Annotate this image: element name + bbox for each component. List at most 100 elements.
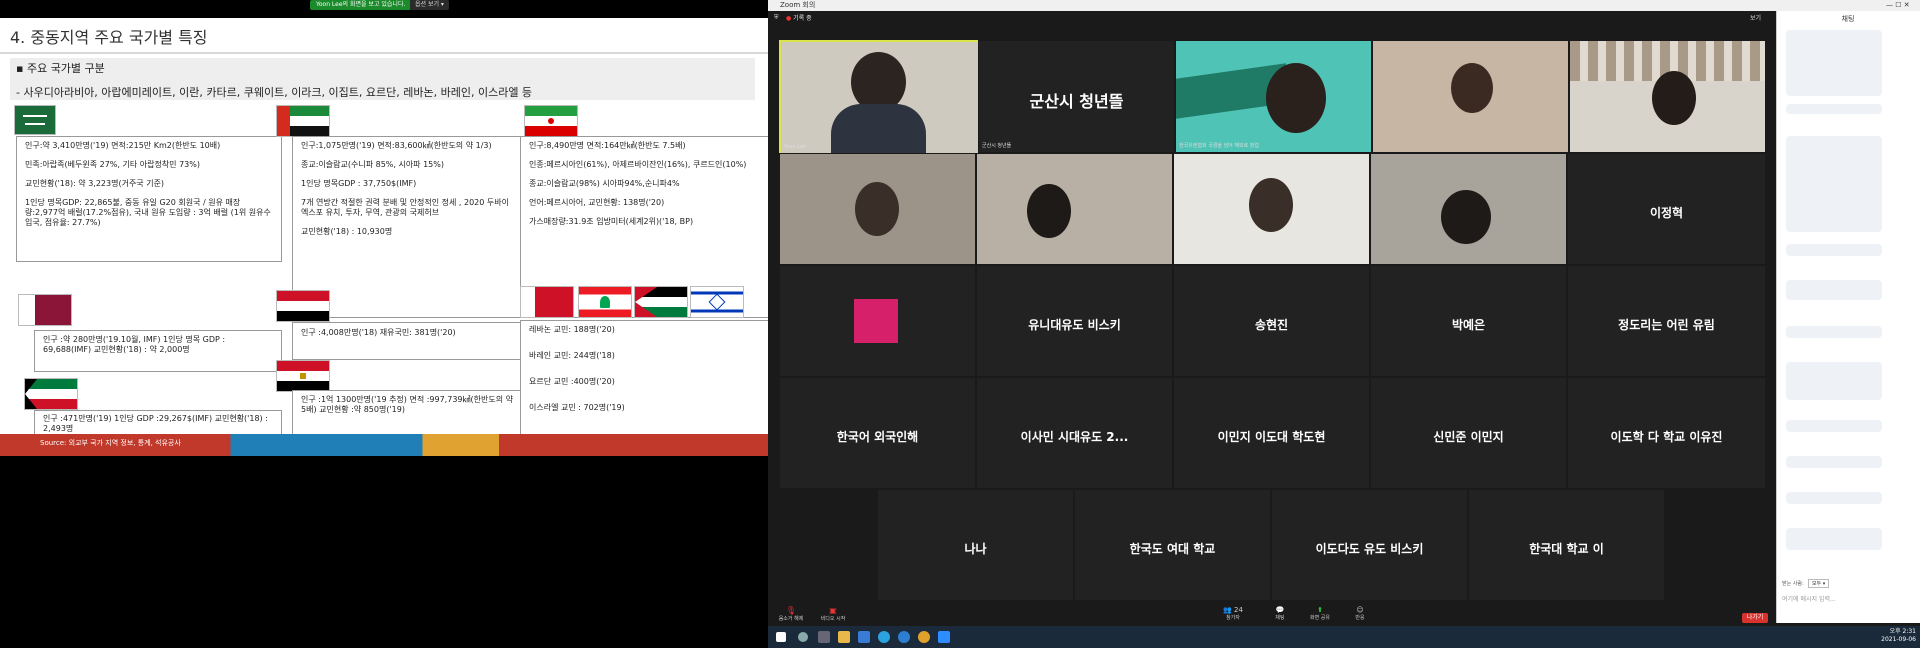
other-line: 이스라엘 교민 : 702명('19) [529,403,625,412]
view-options-button[interactable]: 옵션 보기 ▾ [410,0,449,10]
title-divider [0,52,768,54]
iraq-flag [276,290,330,322]
kuwait-line: 인구 :471만명('19) 1인당 GDP :29,267$(IMF) 교민현… [43,414,268,433]
chat-message [1786,244,1882,256]
tile-name-text: 이도다도 유도 비스키 [1315,541,1424,556]
video-tile-participant[interactable] [1569,40,1766,153]
reactions-label: 반응 [1355,615,1365,621]
video-tile-name[interactable]: 한국대 학교 이 [1468,489,1665,601]
video-tile-name[interactable]: 신민준 이민지 [1370,377,1567,489]
leave-button[interactable]: 나가기 [1742,613,1768,623]
zoom-titlebar [768,0,1920,11]
egypt-flag [276,360,330,392]
reaction-icon: ☺ [1356,606,1364,614]
chat-message [1786,30,1882,96]
ie-icon[interactable] [898,631,910,643]
mute-button[interactable]: 🎙 음소거 해제 [776,606,806,622]
uae-line: 7개 연방간 적절한 권력 분배 및 안정적인 정세 , 2020 두바이 엑스… [301,198,509,217]
tile-name-text: 신민준 이민지 [1433,429,1504,444]
clock-time: 오후 2:31 [1889,628,1916,635]
bahrain-flag [520,286,574,318]
video-tile-name[interactable]: 유니대유도 비스키 [976,265,1173,377]
video-tile-participant[interactable] [779,153,976,265]
zoom-app-icon[interactable] [938,631,950,643]
record-dot-icon: ● [786,15,792,22]
egypt-line: 인구 :1억 1300만명('19 추정) 면적 :997,739㎢(한반도의 … [301,395,513,414]
iraq-info: 인구 :4,008만명('18) 재유국민: 381명('20) [292,322,524,360]
view-button[interactable]: 보기 [1750,13,1761,22]
video-tile-name[interactable]: 이민지 이도대 학도현 [1173,377,1370,489]
tile-name-text: 한국대 학교 이 [1529,541,1604,556]
avatar [854,299,898,343]
video-tile-avatar[interactable] [779,265,976,377]
video-tile-name[interactable]: 송현진 [1173,265,1370,377]
share-screen-button[interactable]: ⬆ 화면 공유 [1305,606,1335,621]
recording-indicator: ● 기록 중 [786,13,812,22]
task-view-icon[interactable] [818,631,830,643]
saudi-line: 1인당 명목GDP: 22,865불, 중동 유일 G20 회원국 / 원유 매… [25,198,271,227]
video-button[interactable]: ▣ 비디오 시작 [818,606,848,622]
tile-name: Yoon Lee [784,144,807,150]
chat-message [1786,104,1882,114]
chat-message [1786,136,1882,232]
chat-message [1786,362,1882,400]
window-controls-icon[interactable]: — ☐ ✕ [1886,0,1910,11]
edge-icon[interactable] [878,631,890,643]
windows-start-icon[interactable] [776,632,786,642]
iran-line: 인종:페르시아인(61%), 아제르바이잔인(16%), 쿠르드인(10%) [529,160,747,169]
participants-label: 참가자 [1226,615,1240,621]
tile-name-text: 박예은 [1451,317,1486,332]
search-icon[interactable] [798,632,808,642]
chat-recipient-select[interactable]: 모두 ▾ [1808,579,1830,588]
video-tile-name[interactable]: 이도학 다 학교 이유진 [1567,377,1766,489]
other-line: 바레인 교민: 244명('18) [529,351,615,360]
video-tile-name[interactable]: 군산시 청년뜰 군산시 청년뜰 [978,40,1175,153]
taskbar-clock[interactable]: 오후 2:31 2021-09-06 [1878,628,1916,644]
iraq-line: 인구 :4,008만명('18) 재유국민: 381명('20) [301,328,456,337]
video-tile-name[interactable]: 이정혁 [1567,153,1766,265]
chat-title: 채팅 [1841,15,1855,23]
video-tile-name[interactable]: 나나 [877,489,1074,601]
store-icon[interactable] [858,631,870,643]
other-countries-info: 레바논 교민: 188명('20) 바레인 교민: 244명('18) 요르단 … [520,320,770,440]
tile-name-text: 이도학 다 학교 이유진 [1610,429,1723,444]
video-tile-name[interactable]: 정도리는 어린 유림 [1567,265,1766,377]
reactions-button[interactable]: ☺ 반응 [1345,606,1375,621]
video-label: 비디오 시작 [820,616,846,622]
egypt-info: 인구 :1억 1300만명('19 추정) 면적 :997,739㎢(한반도의 … [292,390,524,440]
chat-button[interactable]: 💬 채팅 [1265,606,1295,621]
video-tile-name[interactable]: 이사민 시대유도 2... [976,377,1173,489]
video-tile-name[interactable]: 한국어 외국인해 [779,377,976,489]
video-tile-name[interactable]: 한국도 여대 학교 [1074,489,1271,601]
tile-name-text: 송현진 [1254,317,1289,332]
video-tile-participant[interactable]: 한국유엔협회 국경을 넘어 해외로 창업 [1175,40,1372,153]
iran-line: 가스매장량:31.9조 입방미터(세계2위)('18, BP) [529,217,694,226]
saudi-line: 인구:약 3,410만명('19) 면적:215만 Km2(한반도 10배) [25,141,221,150]
chat-message [1786,492,1882,504]
uae-line: 교민현황('18) : 10,930명 [301,227,393,236]
chat-message [1786,456,1882,468]
iran-flag [524,105,578,137]
security-shield-icon[interactable]: ⛨ [774,14,779,22]
slide-title: 4. 중동지역 주요 국가별 특징 [10,28,208,47]
video-tile-participant[interactable] [1370,153,1567,265]
other-line: 레바논 교민: 188명('20) [529,325,615,334]
chrome-icon[interactable] [918,631,930,643]
video-tile-host[interactable]: Yoon Lee [779,40,980,155]
chat-input[interactable]: 여기에 메시지 입력... [1782,594,1912,603]
share-icon: ⬆ [1317,606,1323,614]
video-tile-name[interactable]: 박예은 [1370,265,1567,377]
tile-name-text: 한국어 외국인해 [836,429,919,444]
video-tile-participant[interactable] [976,153,1173,265]
iran-line: 언어:페르시아어, 교민현황: 138명('20) [529,198,665,207]
participants-button[interactable]: 👥 24 참가자 [1218,606,1248,621]
file-explorer-icon[interactable] [838,631,850,643]
chat-to-label: 받는 사람: [1782,581,1804,587]
video-tile-name[interactable]: 이도다도 유도 비스키 [1271,489,1468,601]
video-tile-participant[interactable] [1372,40,1569,153]
participants-icon: 👥 24 [1223,606,1243,614]
other-line: 요르단 교민 :400명('20) [529,377,615,386]
video-tile-participant[interactable] [1173,153,1370,265]
share-status-pill[interactable]: Yoon Lee의 화면을 보고 있습니다. [310,0,412,10]
subheading: ▪ 주요 국가별 구분 [16,62,105,75]
